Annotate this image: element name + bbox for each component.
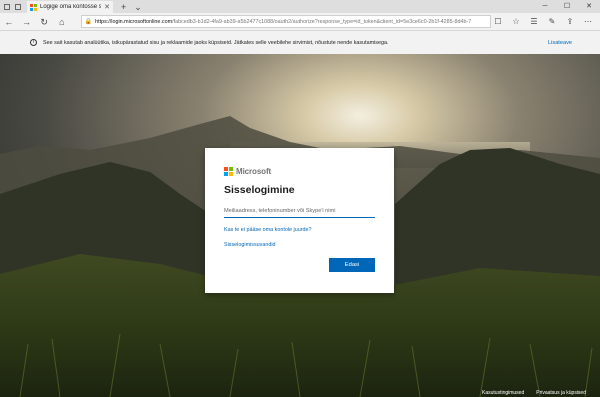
browser-tab[interactable]: Logige oma kontosse si ✕ — [27, 1, 113, 13]
page-title: Sisselogimine — [224, 184, 295, 196]
close-window-button[interactable]: ✕ — [578, 0, 600, 13]
refresh-icon[interactable]: ↻ — [35, 13, 53, 31]
info-icon: i — [30, 39, 37, 46]
set-aside-tabs-icon[interactable] — [15, 3, 21, 10]
tab-menu-chevron-icon[interactable]: ⌄ — [134, 1, 142, 13]
more-menu-icon[interactable]: ⋯ — [581, 17, 595, 26]
footer: Kasutustingimused Privaatsus ja küpsised — [482, 390, 586, 396]
tab-close-icon[interactable]: ✕ — [104, 4, 110, 11]
cookie-text: See sait kasutab analüütika, isikupärast… — [43, 39, 389, 46]
signin-options-link[interactable]: Sisselogimissuvandid — [224, 242, 375, 248]
new-tab-button[interactable]: + — [121, 1, 126, 13]
home-icon[interactable]: ⌂ — [53, 13, 71, 31]
terms-link[interactable]: Kasutustingimused — [482, 390, 524, 396]
microsoft-brand: Microsoft — [224, 166, 375, 176]
brand-name: Microsoft — [236, 166, 272, 176]
microsoft-logo-icon — [224, 166, 233, 176]
minimize-button[interactable]: ─ — [534, 0, 556, 13]
email-field[interactable] — [224, 205, 375, 218]
signin-card: Microsoft Sisselogimine Kas te ei pääse … — [205, 148, 394, 293]
cookie-more-link[interactable]: Lisateave — [548, 40, 572, 46]
favorites-hub-icon[interactable]: ☰ — [527, 17, 541, 26]
notes-pen-icon[interactable]: ✎ — [545, 17, 559, 26]
microsoft-favicon-icon — [30, 3, 37, 11]
maximize-button[interactable]: ☐ — [556, 0, 578, 13]
lock-icon: 🔒 — [84, 19, 93, 25]
title-bar: Logige oma kontosse si ✕ + ⌄ ─ ☐ ✕ — [0, 0, 600, 13]
favorite-star-icon[interactable]: ☆ — [509, 17, 523, 26]
privacy-link[interactable]: Privaatsus ja küpsised — [536, 390, 586, 396]
next-button[interactable]: Edasi — [329, 258, 375, 272]
forward-arrow-icon[interactable]: → — [18, 13, 36, 31]
navigation-bar: ← → ↻ ⌂ 🔒 https://login.microsoftonline.… — [0, 13, 600, 31]
toolbar-right: ☐ ☆ ☰ ✎ ⇪ ⋯ — [491, 17, 600, 26]
address-bar[interactable]: 🔒 https://login.microsoftonline.com/fabc… — [80, 15, 491, 28]
tab-title: Logige oma kontosse si — [40, 4, 102, 10]
share-icon[interactable]: ⇪ — [563, 17, 577, 26]
tab-actions — [0, 0, 21, 13]
url-text: https://login.microsoftonline.com/fabced… — [95, 18, 472, 25]
window-controls: ─ ☐ ✕ — [534, 0, 600, 13]
tab-preview-icon[interactable] — [4, 3, 10, 10]
cookie-banner: i See sait kasutab analüütika, isikupära… — [0, 31, 600, 54]
cant-access-link[interactable]: Kas te ei pääse oma kontole juurde? — [224, 227, 375, 233]
back-arrow-icon[interactable]: ← — [0, 13, 18, 31]
reading-view-icon[interactable]: ☐ — [491, 17, 505, 26]
